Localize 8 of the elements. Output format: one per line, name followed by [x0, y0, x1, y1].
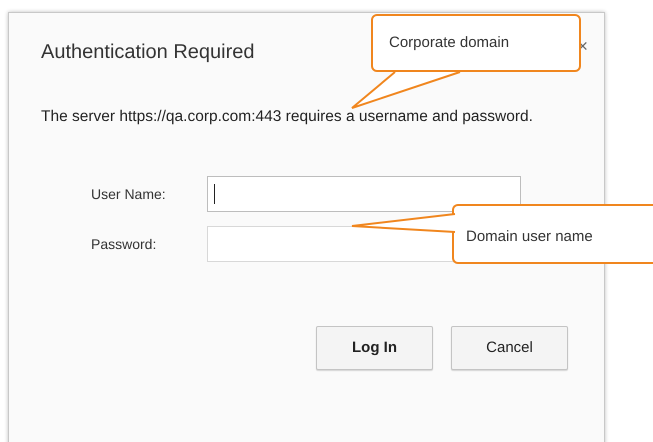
field-label: User Name:	[91, 184, 167, 204]
log-in-button[interactable]: Log In	[316, 326, 433, 370]
callout-tooltip: Domain user name	[452, 204, 653, 264]
dialog-title: Authentication Required	[41, 40, 254, 65]
dialog-message: The server https://qa.corp.com:443 requires a username and password.	[40, 107, 534, 127]
text-caret	[214, 184, 215, 204]
cancel-button[interactable]: Cancel	[451, 326, 568, 370]
field-label: Password:	[91, 234, 158, 254]
